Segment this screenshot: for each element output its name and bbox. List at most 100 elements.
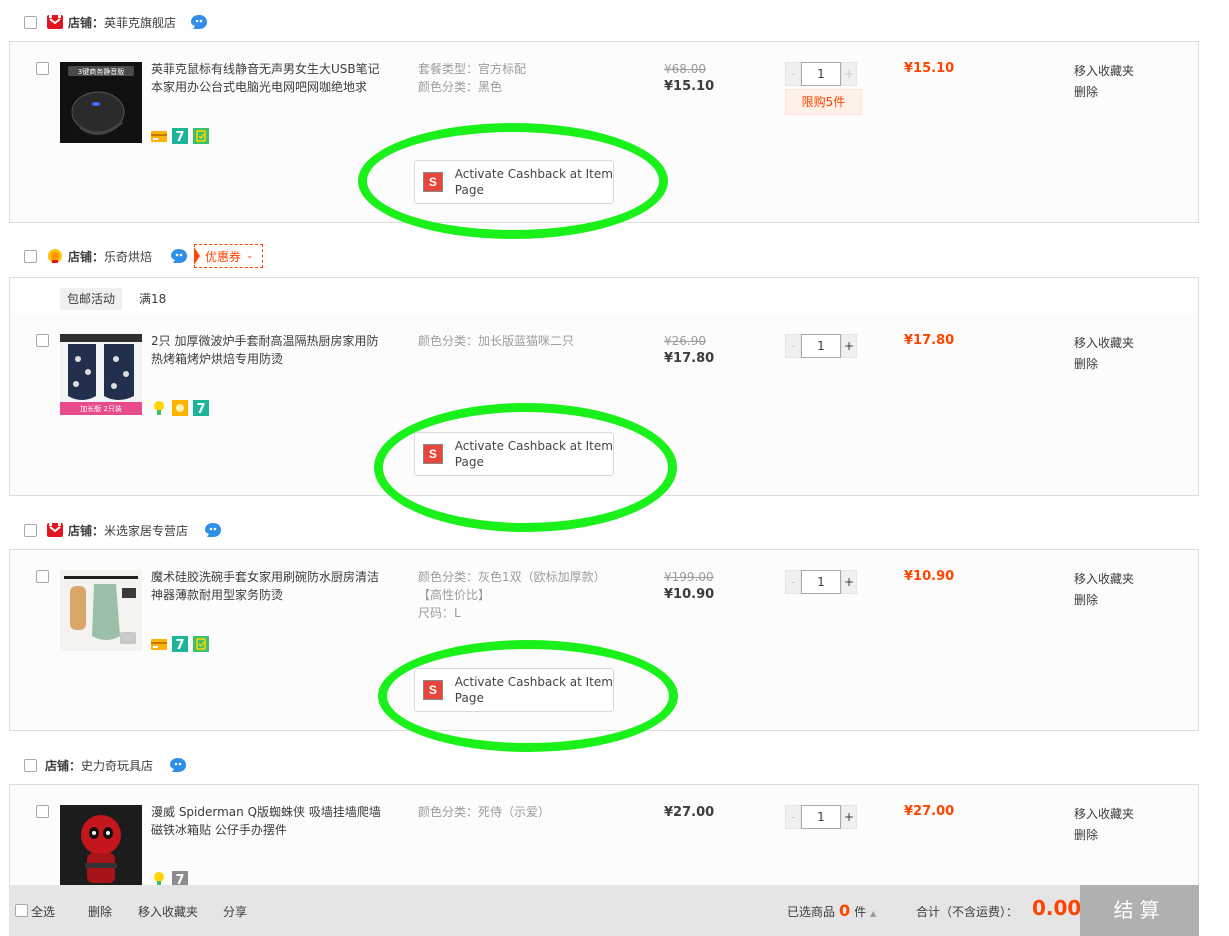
gold-seller-icon: [47, 248, 63, 264]
qty-plus-button[interactable]: +: [841, 805, 857, 829]
cashback-label: Activate Cashback at Item Page: [454, 167, 613, 197]
product-props: 套餐类型：官方标配 颜色分类：黑色: [418, 60, 618, 96]
qty-minus-button[interactable]: -: [785, 805, 801, 829]
svg-text:7: 7: [175, 638, 184, 652]
shop-checkbox[interactable]: [24, 758, 37, 772]
move-to-favorites-link[interactable]: 移入收藏夹: [1074, 61, 1134, 82]
item-ops: 移入收藏夹 删除: [1074, 61, 1134, 103]
move-to-favorites-link[interactable]: 移入收藏夹: [1074, 569, 1134, 590]
prop-line: 套餐类型：官方标配: [418, 62, 527, 76]
svg-text:3键商务静音版: 3键商务静音版: [78, 67, 124, 76]
select-all-label[interactable]: 全选: [31, 903, 55, 920]
prop-line: 颜色分类：加长版蓝猫咪二只: [418, 334, 575, 348]
cart-item: 加长版 2只装 2只 加厚微波炉手套耐高温隔热厨房家用防热烤箱烤炉烘焙专用防烫 …: [10, 314, 1198, 434]
promo-tag[interactable]: 包邮活动: [60, 288, 123, 310]
cashback-label: Activate Cashback at Item Page: [454, 439, 613, 469]
delete-selected-link[interactable]: 删除: [88, 903, 112, 920]
item-subtotal: ¥10.90: [904, 569, 955, 584]
select-all-checkbox[interactable]: [15, 904, 28, 917]
checkout-button[interactable]: 结算: [1080, 885, 1199, 936]
credit-card-icon: [151, 636, 167, 652]
shop-header: 店铺：史力奇玩具店: [24, 755, 187, 775]
quantity-stepper: - +: [785, 805, 862, 829]
selected-label: 已选商品: [787, 905, 836, 919]
total-label: 合计（不含运费）：: [916, 905, 1019, 919]
shop-checkbox[interactable]: [24, 523, 37, 537]
shop-checkbox[interactable]: [24, 249, 37, 263]
cart-footer-bar: 全选 删除 移入收藏夹 分享 已选商品 0 件 ▲ 合计（不含运费）： 0.00 结算: [9, 885, 1199, 936]
product-title[interactable]: 2只 加厚微波炉手套耐高温隔热厨房家用防热烤箱烤炉烘焙专用防烫: [151, 332, 381, 368]
qty-input[interactable]: [801, 62, 841, 86]
shop-item-group: 魔术硅胶洗碗手套女家用刷碗防水厨房清洁神器薄款耐用型家务防烫 7 颜色分类：灰色…: [9, 549, 1199, 731]
move-to-favorites-link[interactable]: 移入收藏夹: [1074, 333, 1134, 354]
wangwang-icon[interactable]: [204, 522, 222, 538]
current-price: ¥15.10: [664, 79, 715, 94]
cashback-s-icon: S: [423, 172, 443, 192]
qty-plus-button[interactable]: +: [841, 62, 857, 86]
item-checkbox[interactable]: [36, 805, 49, 818]
item-checkbox[interactable]: [36, 570, 49, 583]
cashback-button[interactable]: S Activate Cashback at Item Page: [414, 160, 614, 204]
selected-count[interactable]: 已选商品 0 件 ▲: [787, 901, 876, 920]
qty-input[interactable]: [801, 805, 841, 829]
qty-minus-button[interactable]: -: [785, 334, 801, 358]
shop-name[interactable]: 店铺：米选家居专营店: [68, 522, 188, 539]
svg-text:7: 7: [175, 130, 184, 144]
delete-link[interactable]: 删除: [1074, 82, 1134, 103]
product-image[interactable]: 3键商务静音版: [60, 62, 142, 143]
delete-link[interactable]: 删除: [1074, 825, 1134, 846]
item-checkbox[interactable]: [36, 62, 49, 75]
shop-item-group: 3键商务静音版 英菲克鼠标有线静音无声男女生大USB笔记本家用办公台式电脑光电网…: [9, 41, 1199, 223]
shop-checkbox[interactable]: [24, 15, 37, 29]
tmall-icon: [47, 14, 63, 30]
wangwang-icon[interactable]: [170, 248, 188, 264]
service-badges: 7: [151, 636, 209, 652]
current-price: ¥17.80: [664, 351, 715, 366]
product-image[interactable]: 加长版 2只装: [60, 334, 142, 415]
wangwang-icon[interactable]: [190, 14, 208, 30]
chevron-down-icon: ⌄: [246, 251, 254, 261]
item-subtotal: ¥15.10: [904, 61, 955, 76]
total-amount: 0.00: [1032, 896, 1082, 920]
cashback-button[interactable]: S Activate Cashback at Item Page: [414, 668, 614, 712]
shop-name[interactable]: 店铺：英菲克旗舰店: [68, 14, 176, 31]
seven-day-return-icon: 7: [172, 128, 188, 144]
coupon-button[interactable]: 优惠券 ⌄: [194, 244, 263, 268]
shop-name[interactable]: 店铺：乐奇烘焙: [68, 248, 152, 265]
promo-bar: 包邮活动 满18: [9, 277, 1199, 315]
qty-minus-button[interactable]: -: [785, 570, 801, 594]
share-link[interactable]: 分享: [223, 903, 247, 920]
shop-name[interactable]: 店铺：史力奇玩具店: [45, 757, 153, 774]
qty-minus-button[interactable]: -: [785, 62, 801, 86]
shop-header: 店铺：乐奇烘焙 优惠券 ⌄: [24, 244, 263, 268]
credit-card-icon: [151, 128, 167, 144]
qty-input[interactable]: [801, 334, 841, 358]
selected-unit: 件: [854, 905, 867, 919]
service-badges: 7: [151, 400, 209, 416]
shop-item-group: 加长版 2只装 2只 加厚微波炉手套耐高温隔热厨房家用防热烤箱烤炉烘焙专用防烫 …: [9, 314, 1199, 496]
prop-line: 尺码：L: [418, 606, 461, 620]
svg-text:加长版 2只装: 加长版 2只装: [80, 404, 122, 413]
delete-link[interactable]: 删除: [1074, 354, 1134, 375]
wangwang-icon[interactable]: [169, 757, 187, 773]
original-price: ¥26.90: [664, 334, 706, 348]
move-to-favorites-link[interactable]: 移入收藏夹: [138, 903, 198, 920]
cashback-button[interactable]: S Activate Cashback at Item Page: [414, 432, 614, 476]
gold-medal-icon: [172, 400, 188, 416]
promo-text: 满18: [139, 292, 167, 306]
product-props: 颜色分类：灰色1双（欧标加厚款） 【高性价比】 尺码：L: [418, 568, 618, 622]
guarantee-icon: [193, 128, 209, 144]
product-props: 颜色分类：死侍（示爱）: [418, 803, 618, 821]
move-to-favorites-link[interactable]: 移入收藏夹: [1074, 804, 1134, 825]
product-title[interactable]: 魔术硅胶洗碗手套女家用刷碗防水厨房清洁神器薄款耐用型家务防烫: [151, 568, 381, 604]
item-checkbox[interactable]: [36, 334, 49, 347]
product-title[interactable]: 英菲克鼠标有线静音无声男女生大USB笔记本家用办公台式电脑光电网吧网咖绝地求: [151, 60, 381, 96]
delete-link[interactable]: 删除: [1074, 590, 1134, 611]
qty-input[interactable]: [801, 570, 841, 594]
qty-plus-button[interactable]: +: [841, 570, 857, 594]
qty-plus-button[interactable]: +: [841, 334, 857, 358]
product-image[interactable]: [60, 570, 142, 651]
product-title[interactable]: 漫威 Spiderman Q版蜘蛛侠 吸墙挂墙爬墙磁铁冰箱贴 公仔手办摆件: [151, 803, 381, 839]
product-image[interactable]: [60, 805, 142, 886]
item-ops: 移入收藏夹 删除: [1074, 333, 1134, 375]
